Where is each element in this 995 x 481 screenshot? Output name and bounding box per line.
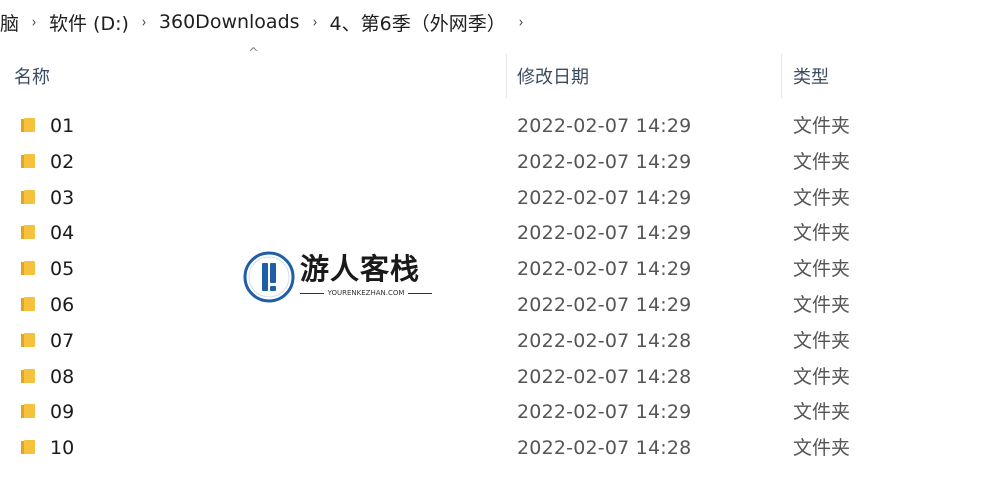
folder-icon [21, 296, 35, 311]
breadcrumb-item-downloads[interactable]: 360Downloads [155, 11, 304, 33]
file-type: 文件夹 [793, 293, 851, 316]
file-list: 01 2022-02-07 14:29 文件夹 02 2022-02-07 14:29 文… [0, 108, 995, 466]
file-name: 08 [50, 365, 75, 388]
file-type: 文件夹 [793, 258, 851, 281]
column-divider[interactable] [506, 54, 507, 98]
folder-icon [21, 404, 35, 419]
file-type: 文件夹 [793, 115, 851, 137]
file-type: 文件夹 [793, 401, 851, 424]
modified-date: 2022-02-07 14:29 [517, 222, 692, 245]
file-name: 06 [50, 293, 75, 316]
file-name: 02 [50, 150, 75, 173]
watermark-subtitle: YOURENKEZHAN.COM [327, 289, 405, 297]
watermark-logo [243, 251, 295, 303]
modified-date: 2022-02-07 14:28 [517, 329, 692, 352]
folder-icon [21, 332, 35, 347]
file-name: 05 [50, 258, 75, 281]
modified-date: 2022-02-07 14:29 [517, 115, 692, 137]
list-item[interactable]: 03 2022-02-07 14:29 文件夹 [0, 180, 995, 216]
list-item[interactable]: 10 2022-02-07 14:28 文件夹 [0, 430, 995, 466]
folder-icon [21, 225, 35, 240]
watermark-subtitle-row: YOURENKEZHAN.COM [300, 289, 432, 297]
chevron-right-icon[interactable]: › [512, 13, 530, 31]
modified-date: 2022-02-07 14:28 [517, 437, 692, 460]
list-item[interactable]: 05 2022-02-07 14:29 文件夹 [0, 251, 995, 287]
folder-icon [21, 118, 35, 132]
file-type: 文件夹 [793, 150, 851, 173]
list-item[interactable]: 01 2022-02-07 14:29 文件夹 [0, 108, 995, 144]
file-type: 文件夹 [793, 437, 851, 460]
list-item[interactable]: 02 2022-02-07 14:29 文件夹 [0, 144, 995, 180]
chevron-right-icon[interactable]: › [25, 13, 43, 31]
modified-date: 2022-02-07 14:29 [517, 186, 692, 209]
divider [300, 292, 324, 294]
breadcrumb-item-drive[interactable]: 软件 (D:) [45, 9, 133, 36]
folder-icon [21, 261, 35, 276]
modified-date: 2022-02-07 14:29 [517, 258, 692, 281]
file-type: 文件夹 [793, 186, 851, 209]
file-name: 04 [50, 222, 75, 245]
watermark: 游人客栈 YOURENKEZHAN.COM [240, 250, 440, 306]
list-item[interactable]: 06 2022-02-07 14:29 文件夹 [0, 287, 995, 323]
list-item[interactable]: 08 2022-02-07 14:28 文件夹 [0, 359, 995, 395]
chevron-right-icon[interactable]: › [306, 13, 324, 31]
folder-icon [21, 368, 35, 383]
breadcrumb: 脑 › 软件 (D:) › 360Downloads › 4、第6季（外网季） … [0, 0, 995, 44]
list-item[interactable]: 09 2022-02-07 14:29 文件夹 [0, 394, 995, 430]
modified-date: 2022-02-07 14:29 [517, 401, 692, 424]
file-type: 文件夹 [793, 329, 851, 352]
column-header-modified[interactable]: 修改日期 [517, 52, 589, 100]
column-divider[interactable] [781, 54, 782, 98]
column-header: 名称 修改日期 类型 [0, 52, 995, 100]
breadcrumb-item-season[interactable]: 4、第6季（外网季） [326, 9, 510, 36]
breadcrumb-item-pc[interactable]: 脑 [0, 9, 23, 36]
file-name: 07 [50, 329, 75, 352]
folder-icon [21, 189, 35, 204]
file-type: 文件夹 [793, 365, 851, 388]
modified-date: 2022-02-07 14:29 [517, 150, 692, 173]
list-item[interactable]: 04 2022-02-07 14:29 文件夹 [0, 215, 995, 251]
chevron-right-icon[interactable]: › [135, 13, 153, 31]
divider [408, 292, 432, 294]
modified-date: 2022-02-07 14:29 [517, 293, 692, 316]
modified-date: 2022-02-07 14:28 [517, 365, 692, 388]
file-name: 10 [50, 437, 75, 460]
list-item[interactable]: 07 2022-02-07 14:28 文件夹 [0, 323, 995, 359]
folder-icon [21, 440, 35, 455]
column-header-type[interactable]: 类型 [793, 52, 829, 100]
file-name: 03 [50, 186, 75, 209]
folder-icon [21, 153, 35, 168]
column-header-name[interactable]: 名称 [14, 52, 50, 100]
file-name: 09 [50, 401, 75, 424]
file-type: 文件夹 [793, 222, 851, 245]
file-name: 01 [50, 115, 75, 137]
watermark-title: 游人客栈 [300, 252, 421, 286]
